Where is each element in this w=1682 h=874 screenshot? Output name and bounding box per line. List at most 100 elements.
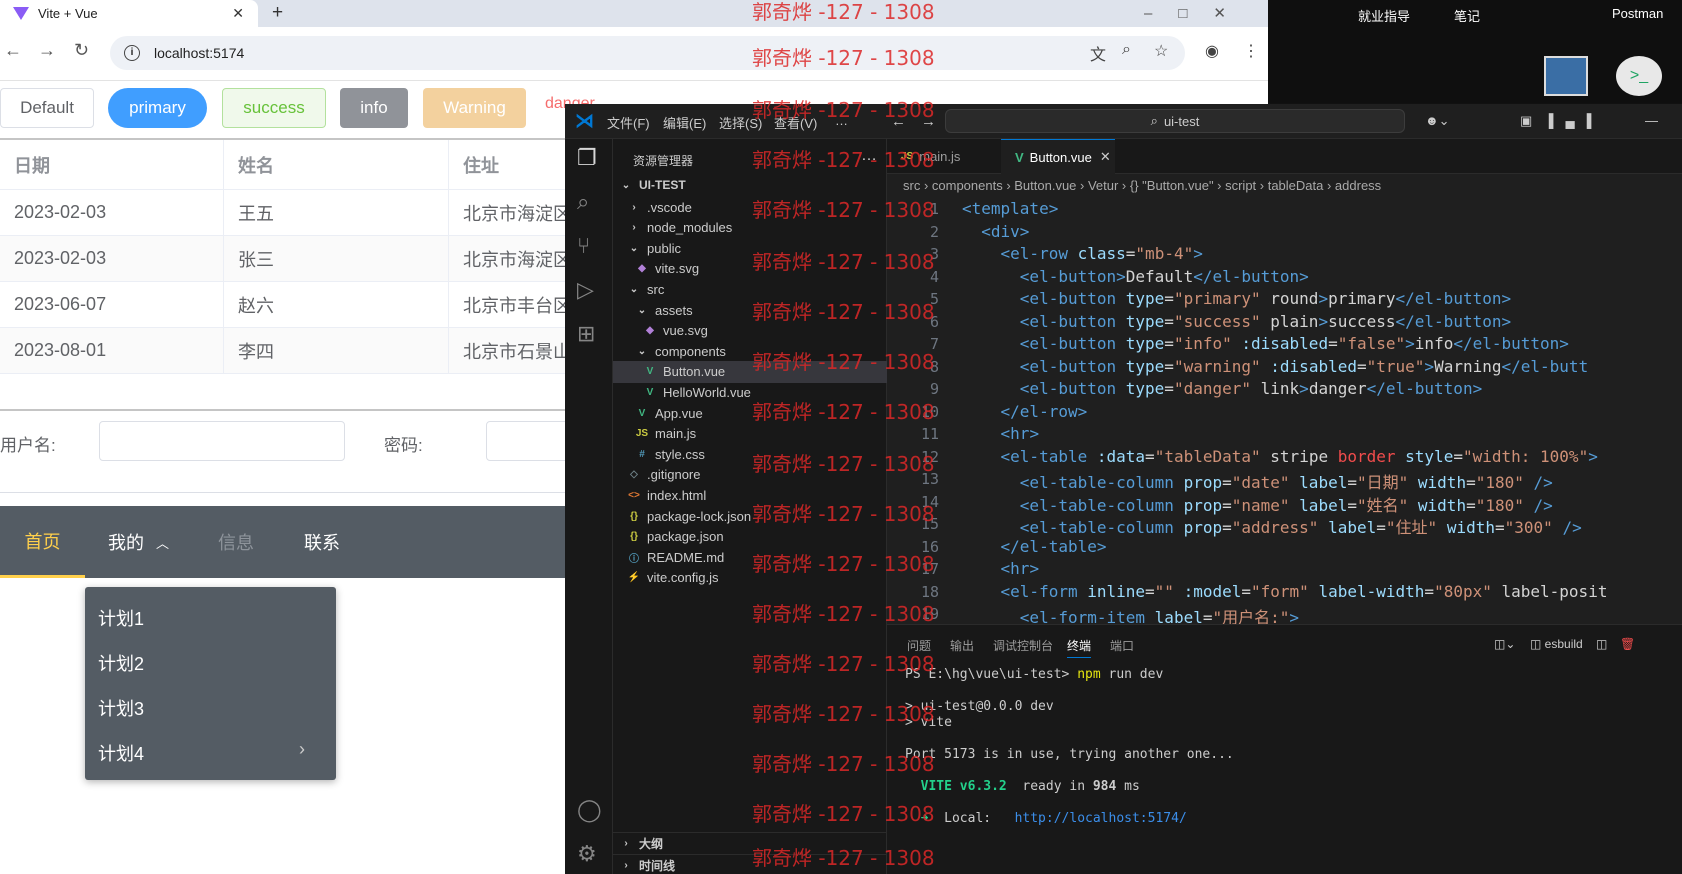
vscode-window: ⋊ 文件(F) 编辑(E) 选择(S) 查看(V) … ← → ⌕ ui-tes… bbox=[565, 104, 1682, 874]
profile-icon[interactable]: ◉ bbox=[1205, 41, 1219, 61]
menu-item-home[interactable]: 首页 bbox=[0, 506, 85, 578]
tree-item[interactable]: {} package.json bbox=[613, 526, 887, 548]
terminal-shell-selector[interactable]: ◫ esbuild bbox=[1530, 637, 1583, 651]
command-center-search[interactable]: ⌕ ui-test bbox=[945, 109, 1405, 133]
code-line: <el-row class="mb-4"> bbox=[1000, 244, 1203, 263]
success-button[interactable]: success bbox=[222, 88, 326, 128]
close-tab-icon[interactable]: ✕ bbox=[232, 5, 244, 22]
username-label: 用户名: bbox=[0, 436, 56, 455]
timeline-section[interactable]: › 时间线 bbox=[613, 854, 887, 874]
forward-arrow-icon[interactable]: → bbox=[921, 113, 936, 130]
address-bar[interactable]: i localhost:5174 bbox=[110, 36, 1185, 70]
panel-tab-problems[interactable]: 问题 bbox=[907, 637, 931, 654]
menu-file[interactable]: 文件(F) bbox=[607, 113, 650, 132]
menu-item-mine[interactable]: 我的 ︿ bbox=[108, 506, 169, 578]
account-icon[interactable]: ◯ bbox=[577, 797, 602, 823]
zoom-icon[interactable]: ⌕ bbox=[1122, 41, 1131, 59]
terminal-line: Port 5173 is in use, trying another one.… bbox=[905, 747, 1234, 762]
source-control-icon[interactable]: ⑂ bbox=[577, 233, 590, 259]
primary-button[interactable]: primary bbox=[108, 88, 207, 128]
tree-item[interactable]: ◆ vue.svg bbox=[613, 320, 887, 342]
explorer-icon[interactable]: ❐ bbox=[577, 145, 597, 171]
site-info-icon[interactable]: i bbox=[124, 45, 140, 61]
tree-item[interactable]: V HelloWorld.vue bbox=[613, 381, 887, 403]
browser-tab[interactable]: Vite + Vue ✕ bbox=[0, 0, 258, 27]
forward-icon[interactable]: → bbox=[38, 40, 56, 61]
tab-main-js[interactable]: JS main.js bbox=[887, 139, 997, 174]
tree-item[interactable]: ⚡ vite.config.js bbox=[613, 567, 887, 589]
run-debug-icon[interactable]: ▷ bbox=[577, 277, 594, 303]
tree-item[interactable]: V App.vue bbox=[613, 402, 887, 424]
breadcrumb[interactable]: src › components › Button.vue › Vetur › … bbox=[887, 174, 1682, 196]
desktop-shortcut-notes[interactable]: 笔记 bbox=[1454, 6, 1480, 25]
desktop-shortcut-career[interactable]: 就业指导 bbox=[1358, 6, 1410, 25]
tree-item[interactable]: ⌄ src bbox=[613, 278, 887, 300]
translate-icon[interactable]: 文 bbox=[1090, 41, 1106, 65]
panel-tab-debug-console[interactable]: 调试控制台 bbox=[993, 637, 1053, 654]
close-tab-icon[interactable]: ✕ bbox=[1100, 149, 1111, 165]
tree-item[interactable]: ◆ vite.svg bbox=[613, 258, 887, 280]
timeline-label: 时间线 bbox=[639, 859, 676, 873]
menu-item-contact[interactable]: 联系 bbox=[304, 506, 340, 578]
activity-bar: ❐ ⌕ ⑂ ▷ ⊞ ◯ ⚙ bbox=[565, 139, 613, 874]
desktop-shortcut-postman[interactable]: Postman bbox=[1612, 6, 1663, 21]
extensions-icon[interactable]: ⊞ bbox=[577, 321, 595, 347]
panel-tab-terminal[interactable]: 终端 bbox=[1067, 637, 1092, 658]
line-number: 6 bbox=[929, 312, 939, 331]
postman-app-icon[interactable]: >_ bbox=[1616, 56, 1662, 96]
panel-tab-output[interactable]: 输出 bbox=[950, 637, 974, 654]
tree-item[interactable]: ⓘ README.md bbox=[613, 546, 887, 568]
tree-item[interactable]: <> index.html bbox=[613, 484, 887, 506]
tree-item[interactable]: JS main.js bbox=[613, 423, 887, 445]
new-tab-icon[interactable]: + bbox=[272, 2, 283, 24]
back-icon[interactable]: ← bbox=[4, 40, 22, 61]
default-button[interactable]: Default bbox=[0, 88, 94, 128]
search-icon[interactable]: ⌕ bbox=[577, 189, 589, 215]
outline-section[interactable]: › 大纲 bbox=[613, 832, 887, 854]
bookmark-star-icon[interactable]: ☆ bbox=[1154, 41, 1168, 61]
panel-tab-ports[interactable]: 端口 bbox=[1110, 637, 1134, 654]
tree-item[interactable]: {} package-lock.json bbox=[613, 505, 887, 527]
layout-toggle-icons[interactable]: ▣▐▄▌ bbox=[1520, 113, 1608, 129]
js-file-icon: JS bbox=[901, 151, 914, 162]
username-input[interactable] bbox=[99, 421, 345, 461]
menu-edit[interactable]: 编辑(E) bbox=[663, 113, 706, 132]
menu-kebab-icon[interactable]: ⋮ bbox=[1243, 41, 1259, 61]
split-terminal-icon[interactable]: ◫ bbox=[1596, 637, 1607, 651]
copilot-icon[interactable]: ☻⌄ bbox=[1425, 113, 1450, 129]
settings-gear-icon[interactable]: ⚙ bbox=[577, 841, 597, 867]
tab-button-vue[interactable]: V Button.vue ✕ bbox=[1001, 139, 1115, 174]
tree-item[interactable]: › node_modules bbox=[613, 217, 887, 239]
terminal-layout-icon[interactable]: ◫⌄ bbox=[1494, 637, 1515, 651]
menu-more[interactable]: … bbox=[835, 113, 848, 128]
reload-icon[interactable]: ↻ bbox=[74, 40, 89, 61]
window-controls[interactable]: –□✕ bbox=[1144, 4, 1252, 22]
more-actions-icon[interactable]: … bbox=[861, 147, 877, 165]
back-arrow-icon[interactable]: ← bbox=[891, 113, 906, 130]
tree-item[interactable]: › .vscode bbox=[613, 196, 887, 218]
line-number: 19 bbox=[920, 605, 939, 623]
tree-item-label: .vscode bbox=[647, 199, 692, 215]
trash-icon[interactable]: 🗑 bbox=[1620, 637, 1635, 651]
tree-item-label: assets bbox=[655, 302, 693, 318]
tree-item[interactable]: ⌄ assets bbox=[613, 299, 887, 321]
minimize-icon[interactable]: — bbox=[1645, 113, 1658, 128]
tree-item[interactable]: V Button.vue bbox=[613, 360, 887, 383]
remote-desktop-icon[interactable] bbox=[1544, 56, 1588, 96]
submenu-item-plan4[interactable]: 计划4 bbox=[98, 740, 144, 766]
menu-selection[interactable]: 选择(S) bbox=[719, 113, 762, 132]
submenu-item-plan2[interactable]: 计划2 bbox=[98, 650, 144, 676]
code-line: <el-button type="primary" round>primary<… bbox=[1019, 289, 1512, 308]
info-button[interactable]: info bbox=[340, 88, 408, 128]
tree-item[interactable]: ⌄ components bbox=[613, 340, 887, 362]
submenu-item-plan3[interactable]: 计划3 bbox=[98, 695, 144, 721]
code-editor[interactable]: 1 <template> 2 <div> 3 <el-row class="mb-4"… bbox=[887, 196, 1682, 626]
tree-item[interactable]: # style.css bbox=[613, 443, 887, 465]
code-line: <el-button type="info" :disabled="false"… bbox=[1019, 334, 1569, 353]
submenu-item-plan1[interactable]: 计划1 bbox=[98, 605, 144, 631]
project-root[interactable]: ⌄ UI-TEST bbox=[613, 174, 887, 196]
tree-item[interactable]: ◇ .gitignore bbox=[613, 464, 887, 486]
line-number: 13 bbox=[920, 470, 939, 488]
tree-item[interactable]: ⌄ public bbox=[613, 237, 887, 259]
menu-view[interactable]: 查看(V) bbox=[774, 113, 817, 132]
